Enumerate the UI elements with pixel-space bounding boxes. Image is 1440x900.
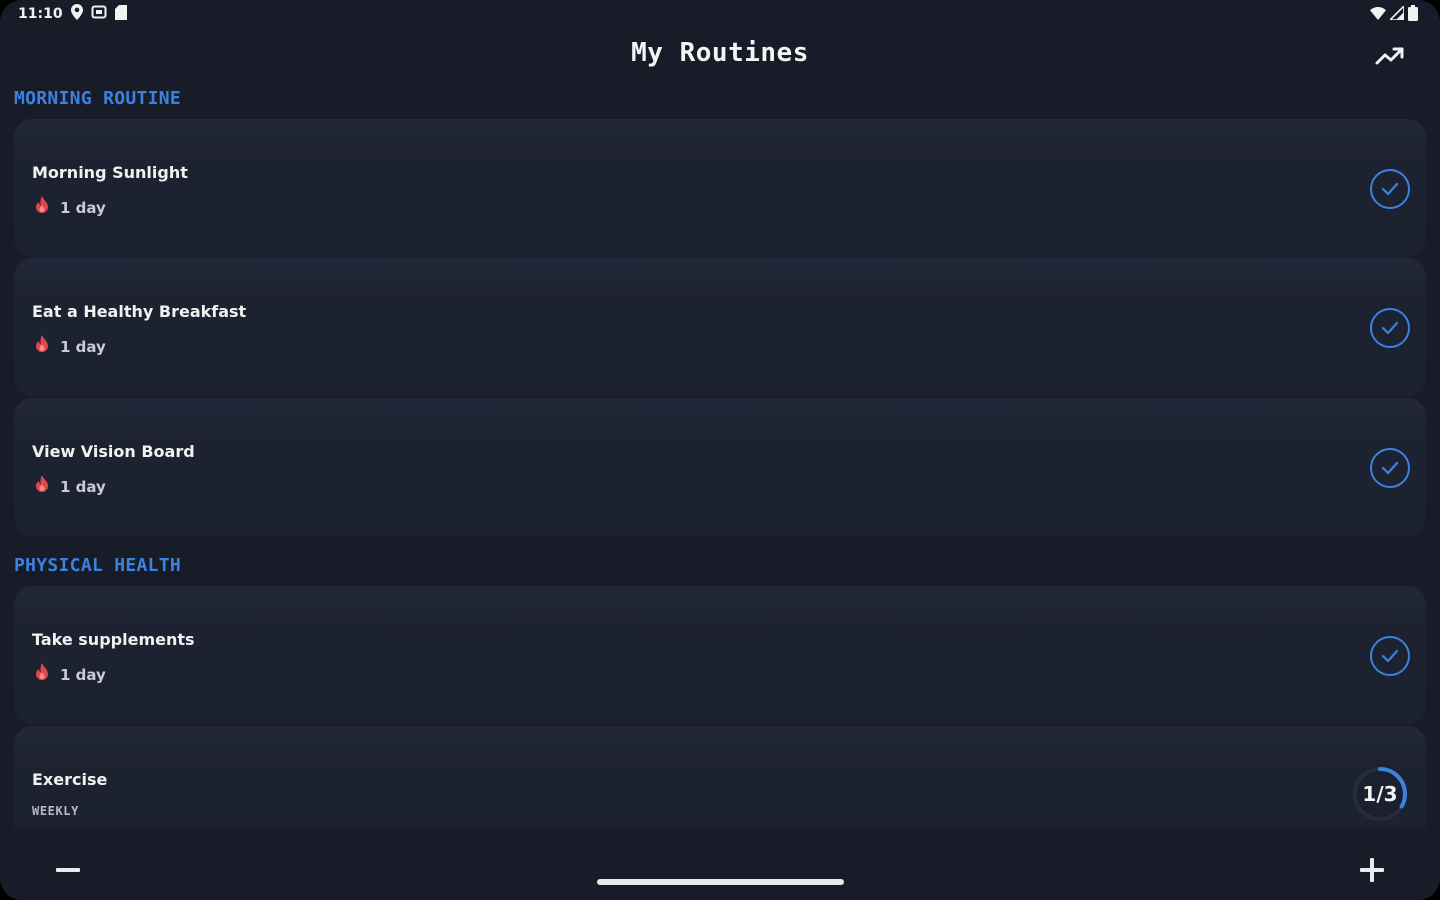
- routine-name: Eat a Healthy Breakfast: [32, 302, 247, 321]
- flame-icon: [34, 196, 50, 219]
- trending-up-icon[interactable]: [1372, 42, 1408, 70]
- status-bar: 11:10: [0, 0, 1440, 30]
- app-screen: 11:10 My Routines MORNING ROUTINE Mornin…: [0, 0, 1440, 900]
- sd-card-icon: [114, 4, 127, 24]
- routine-name: Take supplements: [32, 630, 195, 649]
- routine-name: Exercise: [32, 770, 108, 789]
- check-icon: [1381, 321, 1399, 335]
- status-right: [1370, 4, 1418, 26]
- wifi-icon: [1370, 6, 1386, 25]
- flame-icon: [34, 475, 50, 498]
- streak-indicator: 1 day: [34, 335, 106, 358]
- routine-name: View Vision Board: [32, 442, 195, 461]
- complete-check-button[interactable]: [1370, 308, 1410, 348]
- streak-text: 1 day: [60, 198, 106, 217]
- streak-text: 1 day: [60, 665, 106, 684]
- status-time: 11:10: [18, 6, 63, 22]
- streak-text: 1 day: [60, 477, 106, 496]
- streak-indicator: 1 day: [34, 663, 106, 686]
- signal-icon: [1388, 4, 1405, 25]
- progress-ring[interactable]: 1/3: [1348, 762, 1412, 826]
- location-icon: [70, 4, 83, 24]
- progress-text: 1/3: [1362, 782, 1398, 806]
- section-label-morning-routine: MORNING ROUTINE: [14, 88, 182, 109]
- screen-cast-icon: [91, 5, 107, 23]
- page-title: My Routines: [631, 38, 809, 68]
- streak-indicator: 1 day: [34, 196, 106, 219]
- home-indicator[interactable]: [597, 879, 844, 885]
- routine-card[interactable]: Take supplements 1 day: [14, 586, 1426, 724]
- battery-icon: [1408, 5, 1418, 26]
- routine-card[interactable]: Eat a Healthy Breakfast 1 day: [14, 258, 1426, 396]
- streak-text: 1 day: [60, 337, 106, 356]
- flame-icon: [34, 335, 50, 358]
- frequency-tag: WEEKLY: [32, 804, 79, 818]
- complete-check-button[interactable]: [1370, 448, 1410, 488]
- complete-check-button[interactable]: [1370, 636, 1410, 676]
- routine-card[interactable]: Morning Sunlight 1 day: [14, 119, 1426, 257]
- minus-icon[interactable]: [50, 852, 86, 888]
- check-icon: [1381, 182, 1399, 196]
- plus-icon[interactable]: [1354, 852, 1390, 888]
- flame-icon: [34, 663, 50, 686]
- section-label-physical-health: PHYSICAL HEALTH: [14, 555, 182, 576]
- bottom-bar: [0, 828, 1440, 900]
- status-left: 11:10: [18, 4, 127, 24]
- check-icon: [1381, 649, 1399, 663]
- routine-name: Morning Sunlight: [32, 163, 188, 182]
- complete-check-button[interactable]: [1370, 169, 1410, 209]
- streak-indicator: 1 day: [34, 475, 106, 498]
- routine-card[interactable]: View Vision Board 1 day: [14, 398, 1426, 536]
- check-icon: [1381, 461, 1399, 475]
